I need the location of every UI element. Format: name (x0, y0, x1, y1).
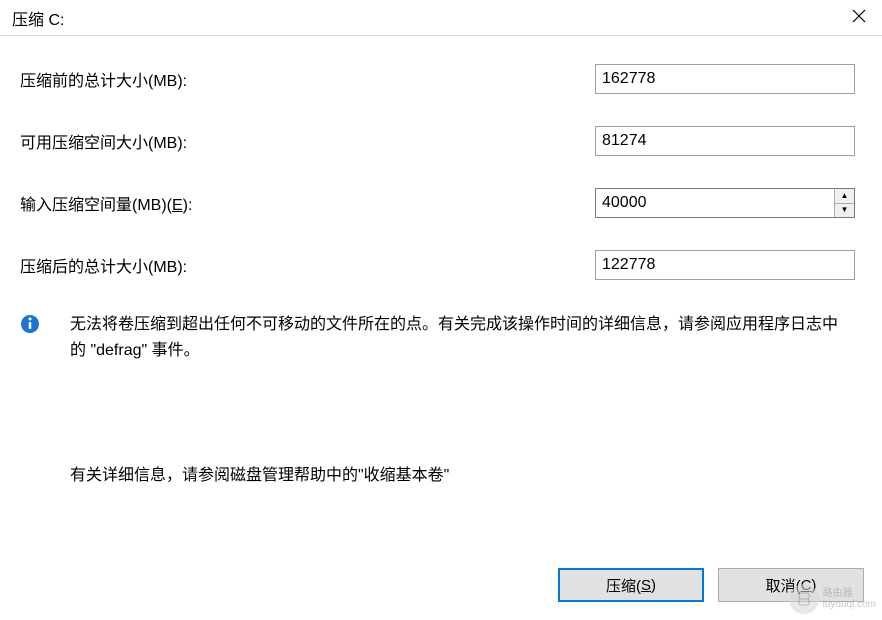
button-bar: 压缩(S) 取消(C) (558, 568, 864, 602)
amount-spinner: ▲ ▼ (595, 188, 855, 218)
dialog-content: 压缩前的总计大小(MB): 162778 可用压缩空间大小(MB): 81274… (0, 36, 882, 485)
info-text: 无法将卷压缩到超出任何不可移动的文件所在的点。有关完成该操作时间的详细信息，请参… (70, 312, 852, 365)
value-available: 81274 (595, 126, 855, 156)
amount-input[interactable] (596, 189, 834, 217)
close-icon (852, 9, 866, 27)
label-amount: 输入压缩空间量(MB)(E): (20, 191, 595, 215)
spinner-down-button[interactable]: ▼ (835, 204, 854, 218)
window-title: 压缩 C: (12, 6, 64, 30)
help-text: 有关详细信息，请参阅磁盘管理帮助中的"收缩基本卷" (70, 461, 862, 485)
cancel-button[interactable]: 取消(C) (718, 568, 864, 602)
label-total-after: 压缩后的总计大小(MB): (20, 253, 595, 277)
chevron-up-icon: ▲ (841, 192, 849, 200)
spinner-buttons: ▲ ▼ (834, 189, 854, 217)
field-total-after: 压缩后的总计大小(MB): 122778 (20, 250, 862, 280)
info-icon (20, 314, 40, 334)
shrink-button[interactable]: 压缩(S) (558, 568, 704, 602)
value-total-before: 162778 (595, 64, 855, 94)
field-amount: 输入压缩空间量(MB)(E): ▲ ▼ (20, 188, 862, 218)
label-total-before: 压缩前的总计大小(MB): (20, 67, 595, 91)
field-available: 可用压缩空间大小(MB): 81274 (20, 126, 862, 156)
titlebar: 压缩 C: (0, 0, 882, 36)
spinner-up-button[interactable]: ▲ (835, 189, 854, 204)
field-total-before: 压缩前的总计大小(MB): 162778 (20, 64, 862, 94)
value-total-after: 122778 (595, 250, 855, 280)
info-section: 无法将卷压缩到超出任何不可移动的文件所在的点。有关完成该操作时间的详细信息，请参… (20, 312, 862, 365)
label-available: 可用压缩空间大小(MB): (20, 129, 595, 153)
chevron-down-icon: ▼ (841, 206, 849, 214)
close-button[interactable] (836, 0, 882, 36)
